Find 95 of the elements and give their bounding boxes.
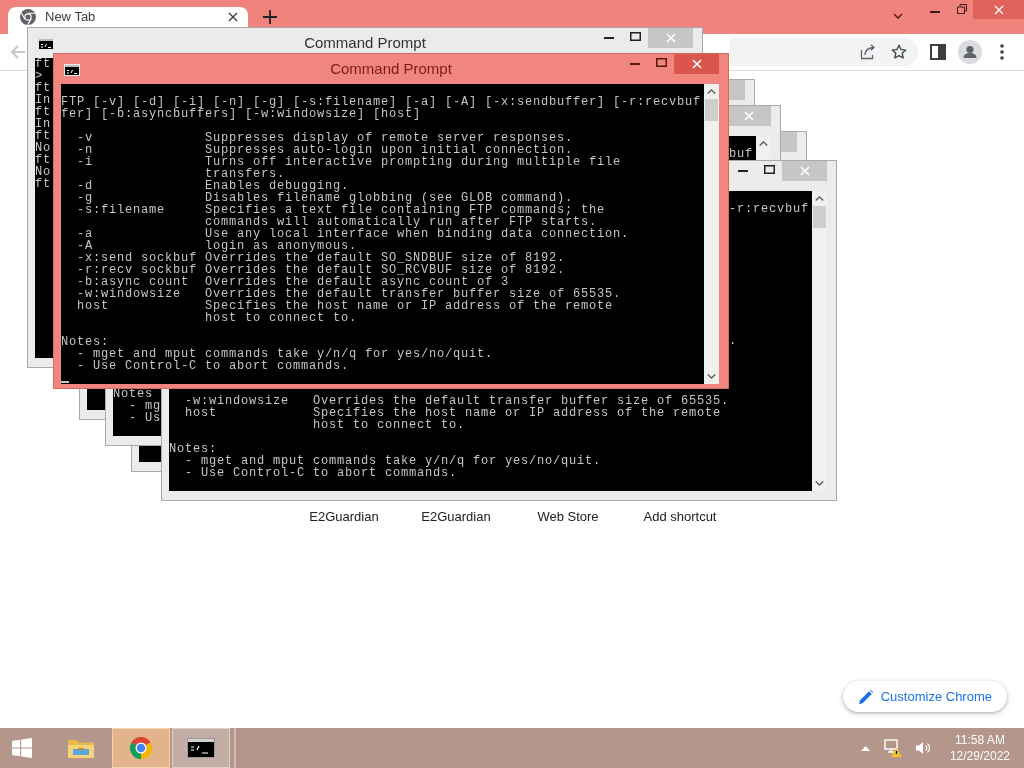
chevron-down-icon[interactable] xyxy=(707,374,716,379)
option-description: Overrides the default transfer buffer size of 65535. xyxy=(313,395,730,407)
start-icon[interactable] xyxy=(12,738,32,758)
plus-icon[interactable] xyxy=(263,10,277,24)
notes-heading: Notes: xyxy=(169,443,217,455)
shortcut-link[interactable]: Add shortcut xyxy=(643,509,717,524)
note-line: - mget and mput commands take y/n/q for yes/no/quit. xyxy=(77,348,494,360)
speaker-icon[interactable] xyxy=(915,741,932,755)
chevron-down-icon[interactable] xyxy=(893,13,903,19)
avatar-icon[interactable] xyxy=(958,40,982,64)
option-name: -s:filename xyxy=(77,204,165,216)
option-name: -g xyxy=(77,192,93,204)
console-line: No xyxy=(35,166,51,178)
console-line: In xyxy=(35,94,51,106)
option-description: Suppresses auto-login upon initial connection. xyxy=(205,144,574,156)
scrollbar[interactable] xyxy=(704,84,719,384)
console-line: . xyxy=(729,335,737,347)
menu-icon[interactable] xyxy=(1000,44,1004,60)
option-description: Specifies the host name or IP address of the remote host to connect to. xyxy=(205,300,614,324)
option-name: -w:windowsize xyxy=(77,288,181,300)
console-icon xyxy=(187,738,215,758)
notes-heading: Notes xyxy=(113,388,153,400)
browser-icon xyxy=(129,736,153,760)
usage-text: -r:recvbuf xyxy=(729,203,809,215)
option-name: -n xyxy=(77,144,93,156)
shortcut-link[interactable]: E2Guardian xyxy=(309,509,379,524)
option-description: login as anonymous. xyxy=(205,240,358,252)
scrollbar[interactable] xyxy=(756,136,771,159)
scrollbar[interactable] xyxy=(812,191,827,491)
console-line: No xyxy=(35,142,51,154)
console-line: ft xyxy=(35,106,51,118)
option-description: Specifies the host name or IP address of the remote host to connect to. xyxy=(313,407,722,431)
console-line: > xyxy=(35,70,43,82)
option-description: Overrides the default async count of 3 xyxy=(205,276,510,288)
usage-text: FTP [-v] [-d] [-i] [-n] [-g] [-s:filename] [-a] [-A] [-x:sendbuffer] [-r:recvbuf fer] [-b:asyncbuffers] [-w:windowsize] [host] xyxy=(61,96,702,120)
close-button[interactable] xyxy=(674,54,719,74)
console-line: ft xyxy=(35,178,51,190)
console-line: In xyxy=(35,118,51,130)
console-icon xyxy=(64,64,80,76)
option-description: Enables debugging. xyxy=(205,180,350,192)
chevron-up-icon[interactable] xyxy=(759,141,768,146)
maximize-icon[interactable] xyxy=(629,31,641,41)
window-title: Command Prompt xyxy=(330,59,452,79)
console-icon xyxy=(38,38,54,50)
note-line: - Us xyxy=(129,412,161,424)
chevron-down-icon[interactable] xyxy=(815,481,824,486)
maximize-icon[interactable] xyxy=(763,164,775,174)
restore-icon[interactable] xyxy=(957,4,967,14)
scroll-thumb[interactable] xyxy=(813,206,826,228)
option-name: -x:send sockbuf xyxy=(77,252,198,264)
option-name: host xyxy=(185,407,217,419)
pencil-icon xyxy=(858,689,873,704)
chevron-up-icon[interactable] xyxy=(707,89,716,94)
option-description: Disables filename globbing (see GLOB command). xyxy=(205,192,574,204)
shortcut-link[interactable]: E2Guardian xyxy=(421,509,491,524)
option-name: -i xyxy=(77,156,93,168)
option-description: Turns off interactive prompting during multiple file transfers. xyxy=(205,156,622,180)
close-button[interactable] xyxy=(973,0,1024,19)
option-name: -A xyxy=(77,240,93,252)
window-title: Command Prompt xyxy=(304,33,426,53)
option-description: Use any local interface when binding data connection. xyxy=(205,228,630,240)
share-icon[interactable] xyxy=(860,44,876,60)
notes-heading: Notes: xyxy=(61,336,109,348)
customize-button[interactable]: Customize Chrome xyxy=(842,681,1007,712)
logo-icon xyxy=(20,9,36,25)
close-icon[interactable] xyxy=(228,12,238,22)
option-name: host xyxy=(77,300,109,312)
side-panel-icon[interactable] xyxy=(930,44,946,60)
option-description: Overrides the default SO_SNDBUF size of 8192. xyxy=(205,252,566,264)
note-line: - Use Control-C to abort commands. xyxy=(185,467,458,479)
console-line: ft xyxy=(35,58,51,70)
console-line: ft xyxy=(35,130,51,142)
close-button[interactable] xyxy=(726,106,771,126)
usage-text: buf xyxy=(729,148,753,160)
console-line: ft xyxy=(35,154,51,166)
option-description: Specifies a text file containing FTP commands; the commands will automatically run after FTP starts. xyxy=(205,204,606,228)
note-line: - Use Control-C to abort commands. xyxy=(77,360,350,372)
option-name: -r:recv sockbuf xyxy=(77,264,198,276)
option-description: Suppresses display of remote server responses. xyxy=(205,132,574,144)
shortcut-link[interactable]: Web Store xyxy=(537,509,599,524)
chevron-up-icon[interactable] xyxy=(815,196,824,201)
option-description: Overrides the default transfer buffer size of 65535. xyxy=(205,288,622,300)
option-name: -b:async count xyxy=(77,276,190,288)
chevron-up-icon[interactable] xyxy=(860,745,870,751)
option-name: -w:windowsize xyxy=(185,395,289,407)
option-description: Overrides the default SO_RCVBUF size of 8192. xyxy=(205,264,566,276)
option-name: -d xyxy=(77,180,93,192)
console-line: ft xyxy=(35,82,51,94)
note-line: - mg xyxy=(129,400,161,412)
option-name: -a xyxy=(77,228,93,240)
note-line: - mget and mput commands take y/n/q for yes/no/quit. xyxy=(185,455,602,467)
network-icon[interactable] xyxy=(883,739,902,757)
star-icon[interactable] xyxy=(891,44,907,60)
option-name: -v xyxy=(77,132,93,144)
scroll-thumb[interactable] xyxy=(705,99,718,121)
